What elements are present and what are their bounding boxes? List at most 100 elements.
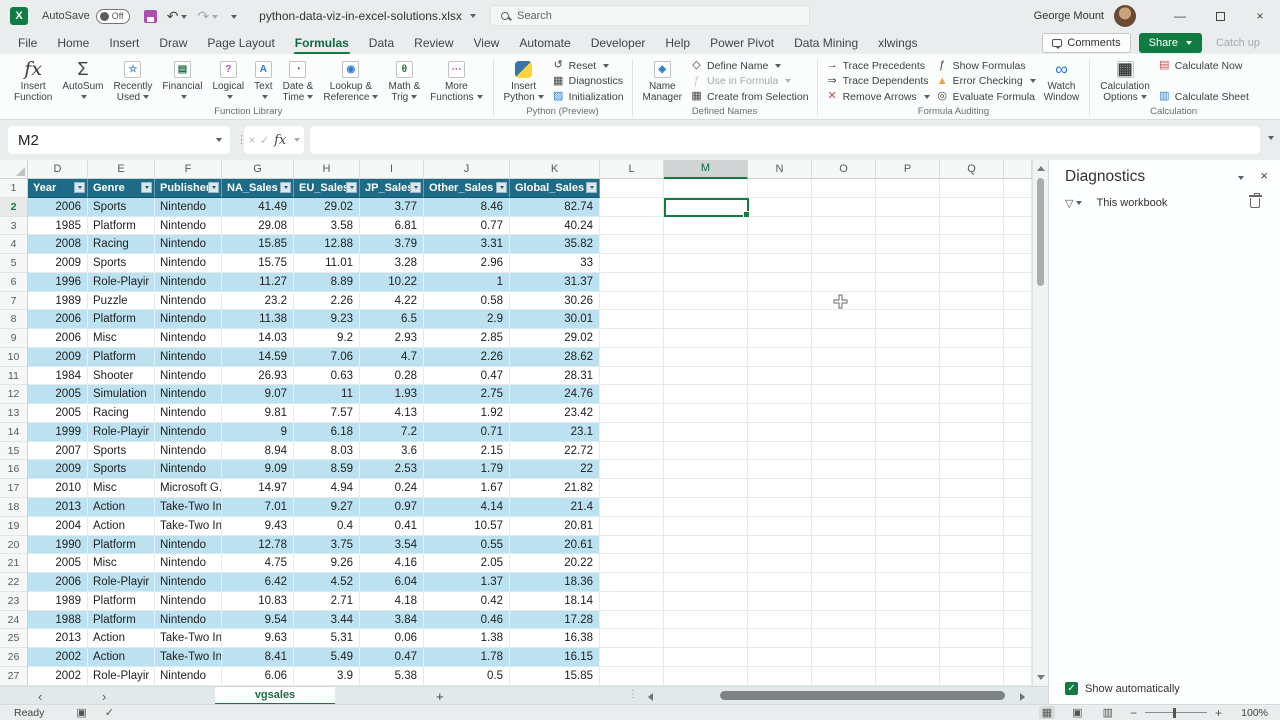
- cell-j16[interactable]: 1.79: [424, 460, 510, 479]
- cell-d20[interactable]: 1990: [28, 536, 88, 555]
- logical-button[interactable]: ?Logical: [208, 56, 248, 106]
- cell-n16[interactable]: [748, 460, 812, 479]
- cell-f23[interactable]: Nintendo: [155, 592, 222, 611]
- cell-g27[interactable]: 6.06: [222, 667, 294, 686]
- page-break-view-icon[interactable]: ▥: [1100, 706, 1116, 719]
- cell-e8[interactable]: Platform: [88, 310, 155, 329]
- autosave-toggle[interactable]: AutoSave Off: [42, 9, 130, 24]
- filter-button-na-sales[interactable]: [280, 182, 291, 193]
- cell-n18[interactable]: [748, 498, 812, 517]
- close-button[interactable]: ×: [1240, 0, 1280, 32]
- cell-k4[interactable]: 35.82: [510, 235, 600, 254]
- cell-k19[interactable]: 20.81: [510, 517, 600, 536]
- cell-k20[interactable]: 20.61: [510, 536, 600, 555]
- column-header-e[interactable]: E: [88, 160, 155, 179]
- cell-g23[interactable]: 10.83: [222, 592, 294, 611]
- cell-x9[interactable]: [1004, 329, 1032, 348]
- cell-k9[interactable]: 29.02: [510, 329, 600, 348]
- cell-h4[interactable]: 12.88: [294, 235, 360, 254]
- cell-f12[interactable]: Nintendo: [155, 385, 222, 404]
- cell-x13[interactable]: [1004, 404, 1032, 423]
- cell-q22[interactable]: [940, 573, 1004, 592]
- tab-page-layout[interactable]: Page Layout: [197, 32, 284, 54]
- row-header-7[interactable]: 7: [0, 292, 28, 311]
- more-functions-button[interactable]: ⋯MoreFunctions: [426, 56, 486, 106]
- cell-h23[interactable]: 2.71: [294, 592, 360, 611]
- filter-button-other-sales[interactable]: [496, 182, 507, 193]
- cell-m25[interactable]: [664, 629, 748, 648]
- cell-g3[interactable]: 29.08: [222, 217, 294, 236]
- cell-p10[interactable]: [876, 348, 940, 367]
- trash-icon[interactable]: [1250, 198, 1260, 208]
- cell-i18[interactable]: 0.97: [360, 498, 424, 517]
- cell-g15[interactable]: 8.94: [222, 442, 294, 461]
- cell-k15[interactable]: 22.72: [510, 442, 600, 461]
- cell-x4[interactable]: [1004, 235, 1032, 254]
- column-header-m[interactable]: M: [664, 160, 748, 179]
- cell-e24[interactable]: Platform: [88, 611, 155, 630]
- cell-h19[interactable]: 0.4: [294, 517, 360, 536]
- cell-x19[interactable]: [1004, 517, 1032, 536]
- cell-p27[interactable]: [876, 667, 940, 686]
- cell-o12[interactable]: [812, 385, 876, 404]
- name-box[interactable]: M2: [8, 126, 230, 154]
- cell-h27[interactable]: 3.9: [294, 667, 360, 686]
- row-header-13[interactable]: 13: [0, 404, 28, 423]
- table-header-publisher[interactable]: Publisher: [155, 179, 222, 198]
- cell-n24[interactable]: [748, 611, 812, 630]
- cell-k26[interactable]: 16.15: [510, 648, 600, 667]
- cell-k8[interactable]: 30.01: [510, 310, 600, 329]
- tab-view[interactable]: View: [464, 32, 510, 54]
- cell-j5[interactable]: 2.96: [424, 254, 510, 273]
- financial-button[interactable]: ▤Financial: [158, 56, 206, 106]
- cell-j12[interactable]: 2.75: [424, 385, 510, 404]
- cell-n5[interactable]: [748, 254, 812, 273]
- cell-j17[interactable]: 1.67: [424, 479, 510, 498]
- cell-i14[interactable]: 7.2: [360, 423, 424, 442]
- cell-p20[interactable]: [876, 536, 940, 555]
- cell-k21[interactable]: 20.22: [510, 554, 600, 573]
- cell-i8[interactable]: 6.5: [360, 310, 424, 329]
- filter-button-year[interactable]: [74, 182, 85, 193]
- cell-e9[interactable]: Misc: [88, 329, 155, 348]
- cell-f27[interactable]: Nintendo: [155, 667, 222, 686]
- cell-x18[interactable]: [1004, 498, 1032, 517]
- cell-g5[interactable]: 15.75: [222, 254, 294, 273]
- calculate-sheet-button[interactable]: ▥Calculate Sheet: [1158, 89, 1249, 104]
- cell-e17[interactable]: Misc: [88, 479, 155, 498]
- cell-d11[interactable]: 1984: [28, 367, 88, 386]
- macro-record-icon[interactable]: ▣: [76, 706, 86, 719]
- cell-h2[interactable]: 29.02: [294, 198, 360, 217]
- row-header-19[interactable]: 19: [0, 517, 28, 536]
- cell-m5[interactable]: [664, 254, 748, 273]
- cell-k3[interactable]: 40.24: [510, 217, 600, 236]
- cell-q5[interactable]: [940, 254, 1004, 273]
- cell-l12[interactable]: [600, 385, 664, 404]
- column-header-n[interactable]: N: [748, 160, 812, 179]
- cell-h20[interactable]: 3.75: [294, 536, 360, 555]
- cell-d7[interactable]: 1989: [28, 292, 88, 311]
- calculation-options-button[interactable]: ▦CalculationOptions: [1096, 56, 1153, 106]
- scroll-right-icon[interactable]: [1020, 693, 1025, 701]
- cell-q25[interactable]: [940, 629, 1004, 648]
- cell-j13[interactable]: 1.92: [424, 404, 510, 423]
- cell-d19[interactable]: 2004: [28, 517, 88, 536]
- cell-e14[interactable]: Role-Playir: [88, 423, 155, 442]
- cell-d16[interactable]: 2009: [28, 460, 88, 479]
- cell-h24[interactable]: 3.44: [294, 611, 360, 630]
- cell-k14[interactable]: 23.1: [510, 423, 600, 442]
- cell-o6[interactable]: [812, 273, 876, 292]
- cell-k6[interactable]: 31.37: [510, 273, 600, 292]
- cell-h22[interactable]: 4.52: [294, 573, 360, 592]
- cell-k23[interactable]: 18.14: [510, 592, 600, 611]
- column-header-d[interactable]: D: [28, 160, 88, 179]
- cell-j27[interactable]: 0.5: [424, 667, 510, 686]
- zoom-slider[interactable]: [1145, 712, 1207, 713]
- cell-q2[interactable]: [940, 198, 1004, 217]
- row-header-21[interactable]: 21: [0, 554, 28, 573]
- cell-o9[interactable]: [812, 329, 876, 348]
- cell-h18[interactable]: 9.27: [294, 498, 360, 517]
- cell-f7[interactable]: Nintendo: [155, 292, 222, 311]
- show-automatically-checkbox[interactable]: ✓ Show automatically: [1065, 682, 1180, 695]
- cell-f2[interactable]: Nintendo: [155, 198, 222, 217]
